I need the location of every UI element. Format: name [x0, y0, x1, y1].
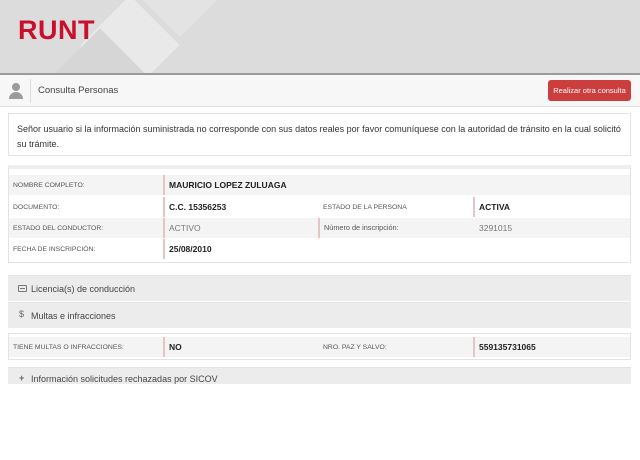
tiene-multas-value: NO — [163, 337, 182, 357]
page-title: Consulta Personas — [38, 85, 119, 96]
header-banner: RUNT — [0, 0, 640, 74]
section-multas-label: Multas e infracciones — [31, 311, 116, 321]
tiene-multas-label: TIENE MULTAS O INFRACCIONES: — [13, 344, 124, 351]
runt-logo: RUNT — [18, 15, 95, 45]
section-sicov-label: Información solicitudes rechazadas por S… — [31, 374, 218, 384]
documento-value: C.C. 15356253 — [163, 197, 226, 217]
plus-icon: + — [19, 373, 25, 383]
notice-text: Señor usuario si la información suminist… — [17, 124, 621, 149]
toolbar: Consulta Personas — [0, 75, 640, 107]
paz-salvo-value: 559135731065 — [473, 337, 536, 357]
info-row-nombre: NOMBRE COMPLETO: MAURICIO LOPEZ ZULUAGA — [9, 175, 630, 195]
estado-persona-label: ESTADO DE LA PERSONA — [323, 204, 407, 211]
numero-inscripcion-value: 3291015 — [479, 223, 513, 233]
user-icon — [8, 83, 24, 99]
section-licencias-label: Licencia(s) de conducción — [31, 284, 136, 294]
fecha-inscripcion-value: 25/08/2010 — [163, 239, 212, 259]
estado-conductor-label: ESTADO DEL CONDUCTOR: — [13, 225, 104, 232]
nombre-value: MAURICIO LOPEZ ZULUAGA — [163, 175, 287, 195]
nombre-label: NOMBRE COMPLETO: — [13, 182, 85, 189]
info-row-multas: TIENE MULTAS O INFRACCIONES: NO NRO. PAZ… — [9, 337, 630, 357]
toolbar-divider — [30, 79, 31, 103]
dollar-icon: $ — [19, 309, 25, 319]
new-query-button[interactable]: Realizar otra consulta — [548, 80, 631, 101]
info-row-documento: DOCUMENTO: C.C. 15356253 ESTADO DE LA PE… — [9, 197, 630, 217]
multas-info-card: TIENE MULTAS O INFRACCIONES: NO NRO. PAZ… — [8, 333, 631, 360]
card-icon — [18, 285, 27, 292]
person-info-card: NOMBRE COMPLETO: MAURICIO LOPEZ ZULUAGA … — [8, 165, 631, 263]
section-licencias[interactable]: Licencia(s) de conducción — [8, 275, 631, 301]
estado-persona-value: ACTIVA — [473, 197, 510, 217]
info-row-fecha: FECHA DE INSCRIPCIÓN: 25/08/2010 — [9, 239, 630, 259]
fecha-inscripcion-label: FECHA DE INSCRIPCIÓN: — [13, 246, 96, 253]
paz-salvo-label: NRO. PAZ Y SALVO: — [323, 344, 387, 351]
numero-inscripcion-label: Número de inscripción: — [318, 218, 399, 238]
estado-conductor-value: ACTIVO — [163, 218, 201, 238]
section-sicov[interactable]: + Información solicitudes rechazadas por… — [8, 367, 631, 384]
documento-label: DOCUMENTO: — [13, 204, 60, 211]
notice-box: Señor usuario si la información suminist… — [8, 113, 631, 156]
section-multas[interactable]: $ Multas e infracciones — [8, 302, 631, 328]
info-row-conductor: ESTADO DEL CONDUCTOR: ACTIVO Número de i… — [9, 218, 630, 238]
